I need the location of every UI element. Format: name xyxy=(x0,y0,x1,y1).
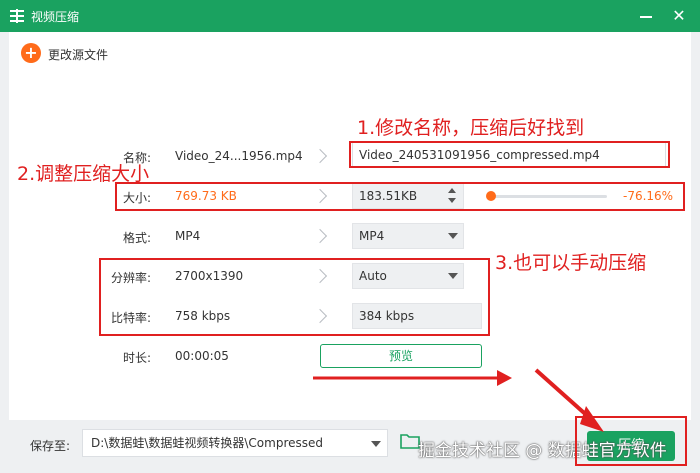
arrow-to-compress-2 xyxy=(534,368,604,432)
annotation-arrows xyxy=(313,368,604,432)
arrow-to-compress-1 xyxy=(313,370,512,386)
